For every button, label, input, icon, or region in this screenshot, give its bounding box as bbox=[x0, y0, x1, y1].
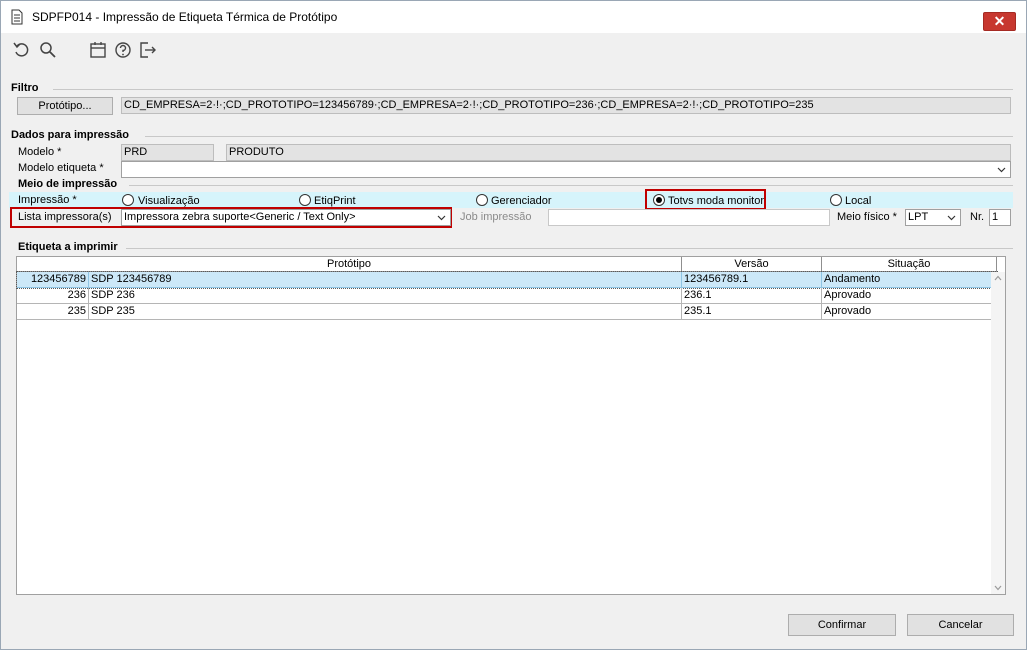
row-situacao: Aprovado bbox=[822, 288, 997, 304]
radio-totvs-moda-monitor-label: Totvs moda monitor bbox=[668, 195, 764, 207]
etiqueta-grid[interactable]: Protótipo Versão Situação 123456789 SDP … bbox=[16, 256, 1006, 595]
row-name: SDP 123456789 bbox=[89, 272, 682, 288]
table-row[interactable]: 236 SDP 236 236.1 Aprovado bbox=[17, 288, 997, 304]
radio-visualizacao[interactable] bbox=[122, 194, 134, 206]
nr-label: Nr. bbox=[970, 211, 985, 223]
divider bbox=[145, 136, 1013, 137]
filtro-group-label: Filtro bbox=[11, 82, 39, 94]
modelo-desc-field: PRODUTO bbox=[226, 144, 1011, 161]
refresh-icon[interactable] bbox=[11, 39, 33, 61]
impressao-label: Impressão * bbox=[18, 194, 77, 206]
row-code: 235 bbox=[17, 304, 89, 320]
prototipo-button[interactable]: Protótipo... bbox=[17, 97, 113, 115]
modelo-label: Modelo * bbox=[18, 146, 62, 158]
row-versao: 123456789.1 bbox=[682, 272, 822, 288]
row-code: 123456789 bbox=[17, 272, 89, 288]
cancelar-button[interactable]: Cancelar bbox=[907, 614, 1014, 636]
row-versao: 236.1 bbox=[682, 288, 822, 304]
meio-fisico-select[interactable]: LPT bbox=[905, 209, 961, 226]
lista-impressora-label: Lista impressora(s) bbox=[18, 211, 112, 223]
calendar-icon[interactable] bbox=[87, 39, 109, 61]
meio-fisico-label: Meio físico * bbox=[837, 211, 897, 223]
confirmar-button[interactable]: Confirmar bbox=[788, 614, 896, 636]
divider bbox=[129, 185, 1013, 186]
grid-vertical-scrollbar[interactable] bbox=[991, 272, 1005, 594]
modelo-etiqueta-select[interactable] bbox=[121, 161, 1011, 178]
radio-totvs-moda-monitor[interactable] bbox=[653, 194, 665, 206]
divider bbox=[53, 89, 1013, 90]
lista-impressora-select[interactable]: Impressora zebra suporte<Generic / Text … bbox=[121, 209, 451, 226]
dialog-window: SDPFP014 - Impressão de Etiqueta Térmica… bbox=[0, 0, 1027, 650]
job-impressao-field[interactable] bbox=[548, 209, 830, 226]
scroll-up-icon[interactable] bbox=[994, 275, 1002, 281]
exit-icon[interactable] bbox=[137, 39, 159, 61]
chevron-down-icon bbox=[997, 167, 1006, 173]
radio-etiqprint[interactable] bbox=[299, 194, 311, 206]
search-icon[interactable] bbox=[37, 39, 59, 61]
title-bar: SDPFP014 - Impressão de Etiqueta Térmica… bbox=[1, 1, 1026, 33]
modelo-etiqueta-label: Modelo etiqueta * bbox=[18, 162, 104, 174]
lista-impressora-value: Impressora zebra suporte<Generic / Text … bbox=[124, 211, 356, 223]
close-icon: ✕ bbox=[993, 13, 1006, 29]
col-header-situacao[interactable]: Situação bbox=[822, 257, 997, 272]
document-icon bbox=[11, 9, 23, 25]
table-row[interactable]: 123456789 SDP 123456789 123456789.1 Anda… bbox=[16, 271, 998, 289]
radio-etiqprint-label: EtiqPrint bbox=[314, 195, 356, 207]
filtro-value-field[interactable]: CD_EMPRESA=2·!·;CD_PROTOTIPO=123456789·;… bbox=[121, 97, 1011, 114]
divider bbox=[126, 248, 1013, 249]
radio-gerenciador-label: Gerenciador bbox=[491, 195, 552, 207]
radio-local-label: Local bbox=[845, 195, 872, 207]
radio-visualizacao-label: Visualização bbox=[138, 195, 200, 207]
col-header-prototipo[interactable]: Protótipo bbox=[17, 257, 682, 272]
table-row[interactable]: 235 SDP 235 235.1 Aprovado bbox=[17, 304, 997, 320]
scroll-down-icon[interactable] bbox=[994, 585, 1002, 591]
window-title: SDPFP014 - Impressão de Etiqueta Térmica… bbox=[32, 10, 338, 24]
row-versao: 235.1 bbox=[682, 304, 822, 320]
help-icon[interactable] bbox=[112, 39, 134, 61]
meio-group-label: Meio de impressão bbox=[18, 178, 118, 190]
dados-group-label: Dados para impressão bbox=[11, 129, 129, 141]
chevron-down-icon bbox=[437, 215, 446, 221]
radio-local[interactable] bbox=[830, 194, 842, 206]
nr-field[interactable]: 1 bbox=[989, 209, 1011, 226]
chevron-down-icon bbox=[947, 215, 956, 221]
row-code: 236 bbox=[17, 288, 89, 304]
row-situacao: Andamento bbox=[822, 272, 997, 288]
row-situacao: Aprovado bbox=[822, 304, 997, 320]
row-name: SDP 235 bbox=[89, 304, 682, 320]
close-button[interactable]: ✕ bbox=[983, 12, 1016, 31]
meio-fisico-value: LPT bbox=[908, 211, 929, 223]
modelo-code-field[interactable]: PRD bbox=[121, 144, 214, 161]
row-name: SDP 236 bbox=[89, 288, 682, 304]
radio-gerenciador[interactable] bbox=[476, 194, 488, 206]
form-area: Filtro Protótipo... CD_EMPRESA=2·!·;CD_P… bbox=[9, 71, 1018, 606]
col-header-versao[interactable]: Versão bbox=[682, 257, 822, 272]
job-impressao-label: Job impressão bbox=[460, 211, 532, 223]
etiqueta-group-label: Etiqueta a imprimir bbox=[18, 241, 118, 253]
